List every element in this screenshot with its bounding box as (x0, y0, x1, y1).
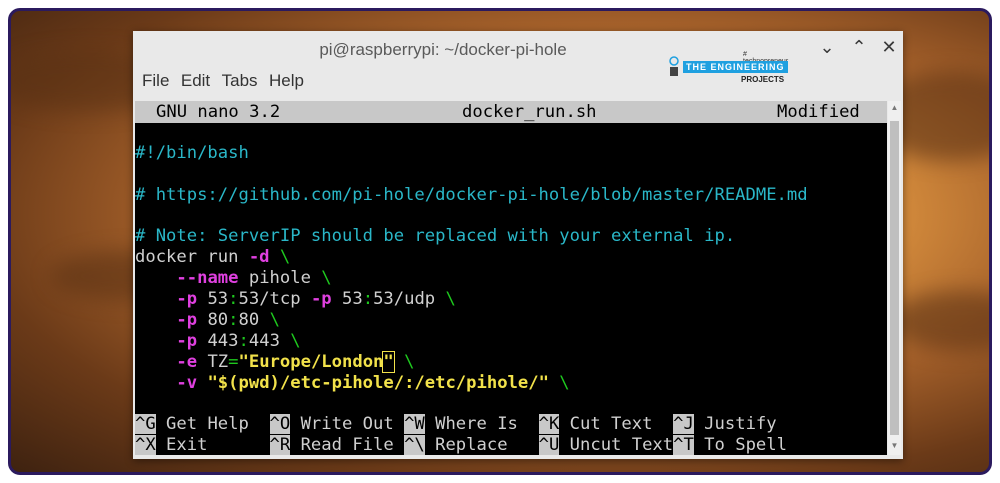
code-line-url: # https://github.com/pi-hole/docker-pi-h… (135, 185, 808, 205)
watermark-projects: PROJECTS (741, 75, 785, 84)
shortcut-row-2: ^X Exit ^R Read File ^\ Replace ^U Uncut… (135, 435, 787, 455)
code-flag: -p (310, 289, 332, 309)
code-flag: -p (176, 310, 198, 330)
shortcut-key-read-file[interactable]: ^R (269, 435, 291, 455)
shortcut-key-to-spell[interactable]: ^T (673, 435, 694, 455)
code-backslash: \ (269, 310, 280, 330)
code-line-port-53: -p 53:53/tcp -p 53:53/udp \ (135, 289, 456, 310)
code-line-shebang: #!/bin/bash (135, 143, 249, 163)
code-backslash: \ (404, 352, 415, 372)
text-cursor: " (382, 351, 395, 373)
code-colon: : (362, 289, 374, 309)
code-text: 443 (248, 331, 291, 351)
shortcut-label-uncut-text[interactable]: Uncut Text (559, 435, 673, 455)
close-icon[interactable]: ✕ (878, 37, 900, 58)
code-line-timezone: -e TZ="Europe/London" \ (135, 351, 415, 373)
shortcut-label-write-out[interactable]: Write Out (290, 414, 404, 434)
code-backslash: \ (321, 268, 332, 288)
code-line-name: --name pihole \ (135, 268, 332, 289)
code-backslash: \ (445, 289, 456, 309)
shortcut-label-to-spell[interactable]: To Spell (694, 435, 787, 455)
menu-bar: File Edit Tabs Help (133, 71, 304, 99)
menu-edit[interactable]: Edit (181, 71, 210, 91)
menu-tabs[interactable]: Tabs (222, 71, 258, 91)
code-flag: -p (176, 289, 198, 309)
shortcut-key-get-help[interactable]: ^G (135, 414, 156, 434)
code-text: 443 (197, 331, 239, 351)
code-flag: -e (176, 352, 198, 372)
code-line-port-443: -p 443:443 \ (135, 331, 301, 352)
code-line-port-80: -p 80:80 \ (135, 310, 280, 331)
shortcut-label-where-is[interactable]: Where Is (425, 414, 539, 434)
code-colon: : (238, 331, 249, 351)
desktop-background: pi@raspberrypi: ~/docker-pi-hole ⌄ ⌃ ✕ #… (8, 8, 992, 475)
code-text: 53 (331, 289, 363, 309)
terminal-window: pi@raspberrypi: ~/docker-pi-hole ⌄ ⌃ ✕ #… (133, 31, 903, 459)
code-colon: : (228, 289, 239, 309)
cloud (891, 291, 989, 351)
code-line-volume: -v "$(pwd)/etc-pihole/:/etc/pihole/" \ (135, 373, 570, 394)
code-text: 53/udp (373, 289, 446, 309)
shortcut-label-replace[interactable]: Replace (425, 435, 539, 455)
menu-file[interactable]: File (142, 71, 169, 91)
chevron-down-icon[interactable]: ⌄ (816, 37, 838, 58)
shortcut-key-replace[interactable]: ^\ (404, 435, 425, 455)
code-flag: -d (248, 247, 270, 267)
code-text: pihole (238, 268, 322, 288)
shortcut-label-justify[interactable]: Justify (694, 414, 776, 434)
scroll-up-icon[interactable]: ▲ (888, 103, 901, 115)
scrollbar-thumb[interactable] (890, 121, 899, 435)
code-string: "$(pwd)/etc-pihole/:/etc/pihole/" (197, 373, 560, 393)
code-flag: -v (176, 373, 198, 393)
code-line-docker-run: docker run -d \ (135, 247, 290, 268)
window-title: pi@raspberrypi: ~/docker-pi-hole (319, 40, 567, 59)
shortcut-key-uncut-text[interactable]: ^U (538, 435, 560, 455)
shortcut-key-where-is[interactable]: ^W (404, 414, 425, 434)
code-string: "Europe/London (238, 352, 384, 372)
menu-help[interactable]: Help (269, 71, 304, 91)
scroll-down-icon[interactable]: ▼ (888, 441, 901, 453)
shortcut-label-read-file[interactable]: Read File (290, 435, 404, 455)
code-text: docker run (135, 247, 249, 267)
terminal-area[interactable]: GNU nano 3.2 docker_run.sh Modified #!/b… (135, 101, 887, 455)
shortcut-label-get-help[interactable]: Get Help (156, 414, 270, 434)
shortcut-key-justify[interactable]: ^J (673, 414, 694, 434)
code-flag: -p (176, 331, 198, 351)
nano-status: Modified (777, 102, 860, 122)
nano-header: GNU nano 3.2 docker_run.sh Modified (135, 101, 887, 123)
code-backslash: \ (559, 373, 570, 393)
code-text: 80 (238, 310, 270, 330)
nano-filename: docker_run.sh (462, 102, 597, 122)
code-text: 80 (197, 310, 229, 330)
shortcut-key-write-out[interactable]: ^O (269, 414, 291, 434)
code-text: TZ (197, 352, 229, 372)
watermark-logo: # technopreneur THE ENGINEERING PROJECTS (663, 51, 793, 87)
shortcut-label-cut-text[interactable]: Cut Text (559, 414, 673, 434)
code-flag: --name (176, 268, 239, 288)
code-equals: = (228, 352, 239, 372)
code-backslash: \ (279, 247, 291, 267)
shortcut-label-exit[interactable]: Exit (156, 435, 270, 455)
code-line-note: # Note: ServerIP should be replaced with… (135, 226, 736, 246)
code-colon: : (228, 310, 239, 330)
code-text: 53/tcp (238, 289, 311, 309)
code-text: 53 (197, 289, 229, 309)
code-backslash: \ (290, 331, 301, 351)
nano-version: GNU nano 3.2 (156, 102, 281, 122)
shortcut-key-cut-text[interactable]: ^K (538, 414, 560, 434)
watermark-badge: THE ENGINEERING (683, 61, 788, 73)
shortcut-row-1: ^G Get Help ^O Write Out ^W Where Is ^K … (135, 414, 777, 435)
scrollbar[interactable]: ▲ ▼ (888, 101, 901, 455)
engineer-icon (669, 56, 679, 76)
shortcut-key-exit[interactable]: ^X (135, 435, 156, 455)
chevron-up-icon[interactable]: ⌃ (848, 37, 870, 58)
